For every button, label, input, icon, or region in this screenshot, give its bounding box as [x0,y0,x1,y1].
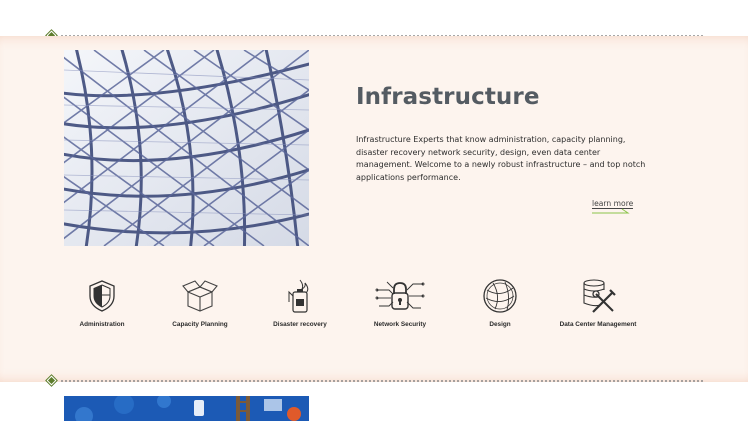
service-data-center-management[interactable]: Data Center Management [558,278,638,329]
service-administration[interactable]: Administration [62,278,142,329]
services-list: Administration Capacity Planning Disaste… [62,278,662,348]
box-icon [182,280,218,312]
section-description: Infrastructure Experts that know adminis… [356,135,646,182]
infrastructure-photo [64,50,309,246]
service-label: Data Center Management [559,321,637,328]
learn-more-arrow-icon[interactable] [592,207,632,215]
next-section-photo [64,396,309,421]
globe-icon [483,279,517,313]
service-label: Network Security [373,321,427,328]
service-design[interactable]: Design [460,278,540,329]
fire-extinguisher-icon [288,279,309,313]
section-divider-bottom [0,375,748,386]
service-label: Disaster recovery [273,321,327,328]
service-capacity-planning[interactable]: Capacity Planning [160,278,240,329]
divider-dots [60,380,704,382]
service-label: Design [489,321,511,328]
service-label: Administration [79,321,125,328]
database-tools-icon [583,279,616,313]
service-label: Capacity Planning [172,321,228,328]
page-title: Infrastructure [356,84,540,110]
service-network-security[interactable]: Network Security [360,278,440,329]
shield-icon [89,280,115,312]
service-disaster-recovery[interactable]: Disaster recovery [260,278,340,329]
network-lock-icon [375,281,425,310]
divider-diamond-icon [46,375,57,386]
